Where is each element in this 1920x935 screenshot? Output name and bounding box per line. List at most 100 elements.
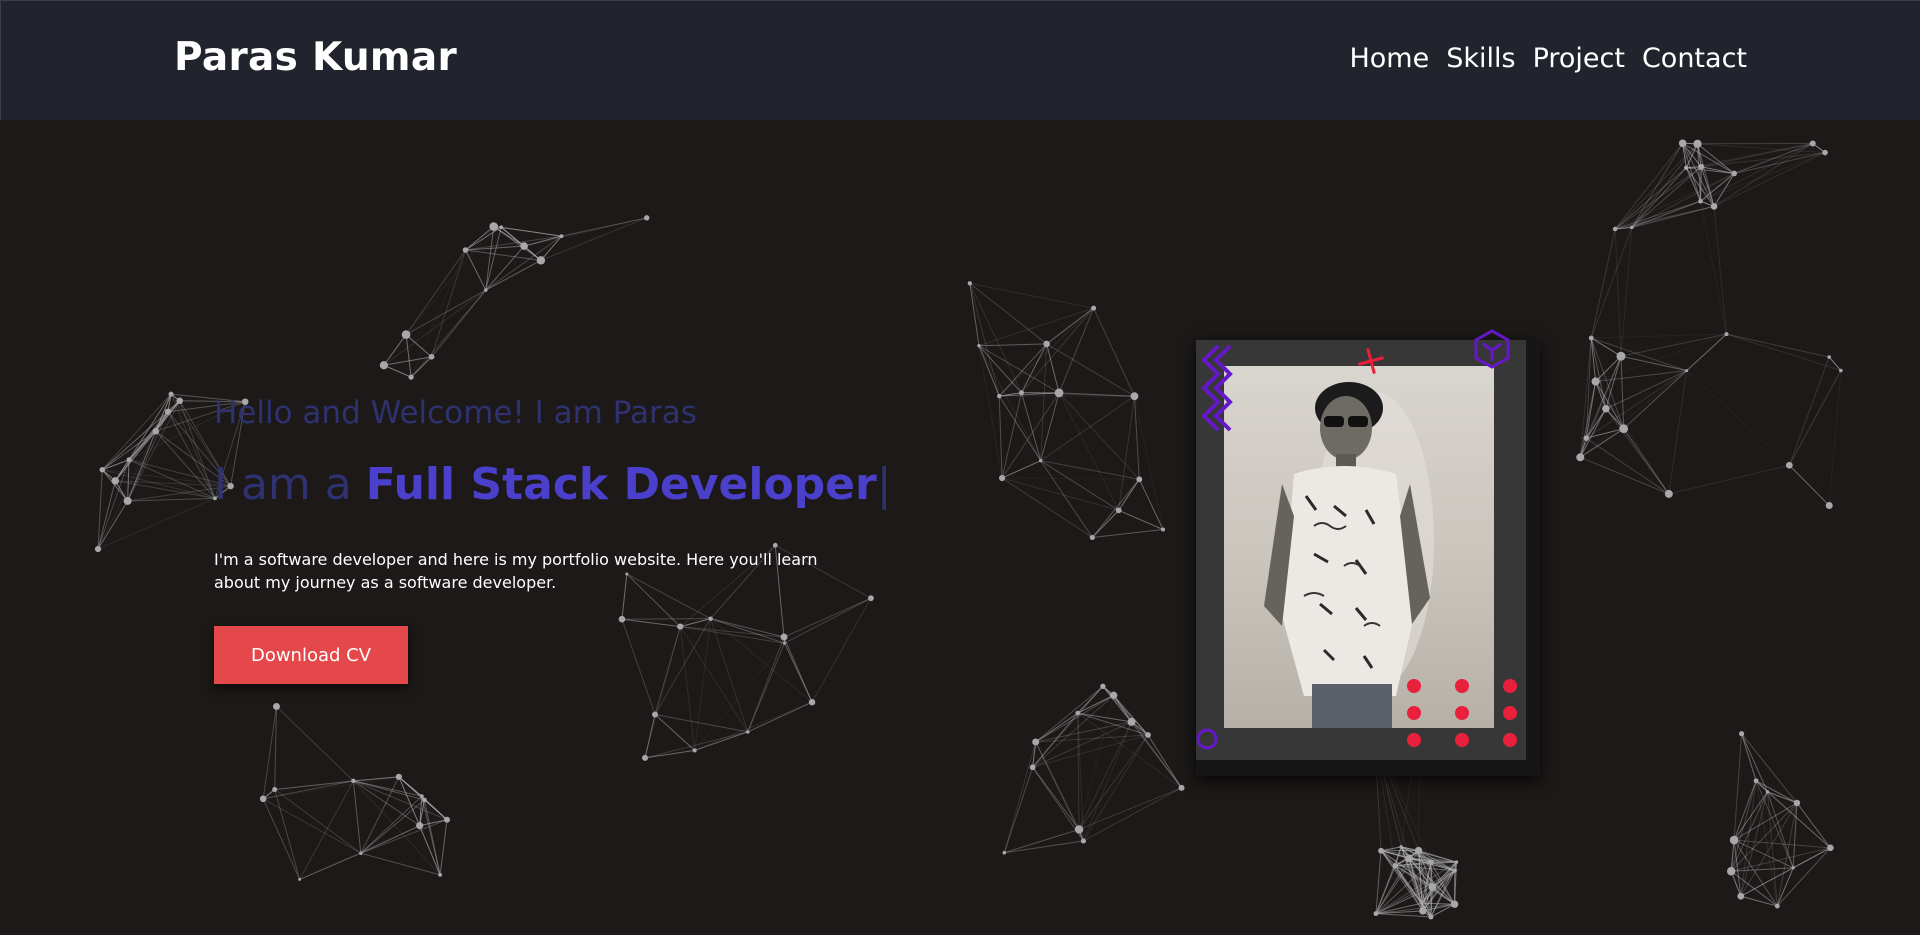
download-cv-button[interactable]: Download CV bbox=[214, 626, 408, 684]
network-node bbox=[1136, 476, 1143, 483]
network-node bbox=[1753, 778, 1759, 784]
network-node bbox=[1075, 710, 1081, 716]
network-link bbox=[1740, 847, 1831, 897]
network-node bbox=[1018, 390, 1024, 396]
network-node bbox=[1737, 892, 1745, 900]
network-node bbox=[1591, 377, 1600, 386]
network-node bbox=[1414, 846, 1423, 855]
network-node bbox=[111, 477, 119, 485]
profile-photo-card bbox=[1196, 329, 1540, 776]
network-node bbox=[1630, 225, 1634, 230]
network-node bbox=[99, 467, 105, 473]
network-link bbox=[1083, 787, 1182, 842]
network-link bbox=[644, 714, 656, 759]
network-link bbox=[1591, 333, 1727, 339]
network-link bbox=[353, 780, 448, 821]
cross-icon bbox=[1358, 348, 1384, 374]
network-link bbox=[262, 798, 301, 880]
network-link bbox=[299, 852, 362, 880]
network-node bbox=[176, 397, 184, 405]
network-node bbox=[419, 794, 424, 799]
network-link bbox=[1058, 392, 1120, 511]
network-node bbox=[1419, 907, 1427, 915]
network-node bbox=[1731, 170, 1738, 177]
network-link bbox=[1586, 437, 1670, 495]
typing-cursor: | bbox=[876, 459, 892, 510]
network-node bbox=[152, 427, 159, 435]
network-link bbox=[978, 345, 1003, 479]
network-link bbox=[1091, 478, 1140, 538]
network-node bbox=[1428, 914, 1434, 920]
network-node bbox=[1602, 404, 1610, 413]
network-node bbox=[1032, 738, 1040, 746]
network-node bbox=[123, 496, 132, 505]
network-node bbox=[1724, 332, 1729, 337]
nav-skills[interactable]: Skills bbox=[1446, 43, 1515, 74]
network-node bbox=[1074, 825, 1084, 834]
network-link bbox=[1579, 356, 1622, 458]
network-node bbox=[272, 702, 280, 710]
network-link bbox=[1668, 464, 1790, 495]
network-node bbox=[1785, 461, 1793, 469]
network-node bbox=[1161, 527, 1166, 532]
network-node bbox=[359, 851, 363, 855]
network-node bbox=[1576, 453, 1585, 462]
network-node bbox=[1726, 867, 1736, 876]
network-link bbox=[969, 282, 1094, 309]
network-node bbox=[1392, 862, 1398, 869]
network-node bbox=[559, 234, 564, 239]
network-link bbox=[654, 714, 748, 733]
network-link bbox=[1035, 741, 1084, 842]
network-node bbox=[1109, 691, 1118, 700]
network-link bbox=[1614, 173, 1735, 230]
nav-home[interactable]: Home bbox=[1349, 43, 1429, 74]
network-node bbox=[1038, 458, 1043, 463]
network-link bbox=[1082, 721, 1132, 842]
network-link bbox=[1093, 307, 1135, 397]
network-node bbox=[1583, 435, 1590, 441]
network-node bbox=[1115, 507, 1122, 514]
network-node bbox=[1739, 731, 1745, 737]
network-node bbox=[1399, 845, 1404, 849]
network-node bbox=[408, 374, 414, 380]
network-node bbox=[644, 215, 650, 221]
network-link bbox=[383, 334, 407, 366]
network-link bbox=[97, 459, 130, 550]
network-node bbox=[652, 711, 659, 718]
network-node bbox=[1145, 732, 1151, 738]
network-link bbox=[1046, 343, 1135, 397]
network-node bbox=[967, 281, 973, 286]
network-link bbox=[1579, 381, 1597, 458]
network-node bbox=[438, 873, 443, 877]
network-link bbox=[1040, 395, 1135, 462]
network-node bbox=[1405, 854, 1414, 863]
network-link bbox=[439, 819, 448, 875]
network-link bbox=[978, 345, 1060, 394]
network-node bbox=[1698, 198, 1703, 204]
nav-contact[interactable]: Contact bbox=[1642, 43, 1747, 74]
network-link bbox=[1741, 733, 1757, 781]
nav-project[interactable]: Project bbox=[1533, 43, 1625, 74]
brand-logo[interactable]: Paras Kumar bbox=[174, 35, 457, 80]
network-node bbox=[489, 222, 498, 231]
network-link bbox=[465, 226, 502, 251]
network-node bbox=[1685, 369, 1689, 373]
network-node bbox=[1178, 784, 1185, 791]
network-link bbox=[405, 334, 412, 378]
network-node bbox=[428, 354, 435, 360]
network-link bbox=[1001, 477, 1119, 511]
network-link bbox=[1595, 333, 1727, 382]
network-link bbox=[1741, 733, 1768, 793]
intro-paragraph: I'm a software developer and here is my … bbox=[214, 550, 818, 592]
network-node bbox=[351, 778, 356, 784]
network-link bbox=[274, 789, 362, 854]
network-link bbox=[654, 714, 696, 751]
network-link bbox=[1001, 477, 1093, 538]
network-link bbox=[383, 364, 412, 378]
network-link bbox=[1032, 721, 1132, 768]
network-link bbox=[1686, 333, 1727, 372]
network-link bbox=[274, 789, 301, 880]
network-link bbox=[1631, 173, 1735, 228]
network-link bbox=[1002, 477, 1140, 480]
network-link bbox=[101, 393, 172, 471]
